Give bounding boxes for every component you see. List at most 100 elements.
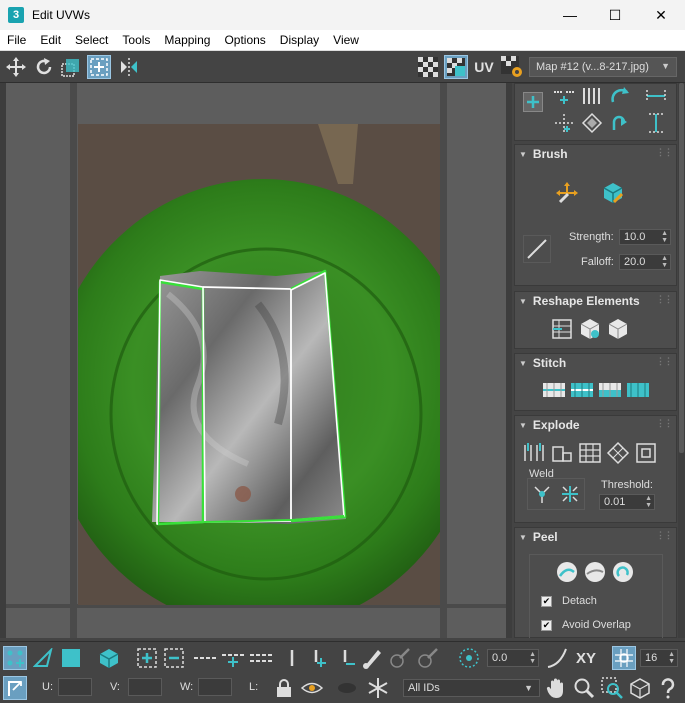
rotation-angle-field[interactable]: 0.0 ▲ ▼: [487, 649, 539, 667]
move-icon[interactable]: [4, 55, 28, 79]
visibility-eye-icon[interactable]: [300, 676, 324, 700]
menu-mapping[interactable]: Mapping: [157, 33, 217, 47]
spinner-arrows-icon[interactable]: ▲ ▼: [661, 255, 668, 269]
peel-reset-icon[interactable]: [610, 559, 636, 585]
reshape-header[interactable]: ▼ Reshape Elements ⋮⋮: [515, 292, 676, 310]
falloff-spinner[interactable]: 20.0 ▲ ▼: [619, 254, 671, 270]
stretch-icon[interactable]: [643, 84, 669, 108]
peel-header[interactable]: ▼ Peel ⋮⋮: [515, 528, 676, 546]
spinner-arrows-icon[interactable]: ▲ ▼: [668, 651, 675, 665]
split-grid-icon[interactable]: [577, 440, 603, 466]
pan-icon[interactable]: [544, 676, 568, 700]
scrollbar-thumb[interactable]: [679, 83, 684, 453]
spinner-arrows-icon[interactable]: ▲ ▼: [645, 495, 652, 509]
menu-options[interactable]: Options: [217, 33, 272, 47]
u-coordinate-field[interactable]: [58, 678, 92, 696]
detach-checkbox[interactable]: ✔: [541, 596, 552, 607]
snap-icon[interactable]: [551, 110, 577, 136]
spinner-arrows-icon[interactable]: ▲ ▼: [661, 230, 668, 244]
explode-header[interactable]: ▼ Explode ⋮⋮: [515, 416, 676, 434]
loop-add-icon[interactable]: [220, 646, 246, 670]
panel-scrollbar[interactable]: [678, 83, 685, 638]
falloff-curve-icon[interactable]: [545, 646, 569, 670]
menu-select[interactable]: Select: [68, 33, 115, 47]
ring-single-icon[interactable]: [280, 646, 304, 670]
rotate-icon[interactable]: [32, 55, 56, 79]
ids-dropdown[interactable]: All IDs ▼: [403, 679, 540, 697]
w-coordinate-field[interactable]: [198, 678, 232, 696]
grid-snap-icon[interactable]: [612, 646, 636, 670]
detach-edge-icon[interactable]: [549, 440, 575, 466]
absolute-offset-icon[interactable]: [3, 676, 27, 700]
grow-selection-icon[interactable]: [135, 646, 159, 670]
align-horizontal-icon[interactable]: [551, 84, 577, 108]
uv-toggle[interactable]: UV: [472, 55, 496, 79]
minimize-button[interactable]: —: [547, 0, 593, 30]
grow-loop-icon[interactable]: [192, 646, 218, 670]
relax-brush-icon[interactable]: [599, 179, 627, 207]
face-mode-icon[interactable]: [59, 646, 83, 670]
freeform-tool-icon[interactable]: [523, 92, 543, 112]
peel-mode-icon[interactable]: [582, 559, 608, 585]
uv-viewport[interactable]: [0, 83, 512, 638]
paint-select-icon[interactable]: [360, 646, 384, 670]
ring-add-icon[interactable]: [306, 646, 330, 670]
strength-spinner[interactable]: 10.0 ▲ ▼: [619, 229, 671, 245]
menu-file[interactable]: File: [0, 33, 33, 47]
hide-icon[interactable]: [335, 676, 359, 700]
paint-select-shrink-icon[interactable]: [416, 646, 440, 670]
paint-move-icon[interactable]: [553, 179, 581, 207]
brush-falloff-icon[interactable]: [523, 235, 551, 263]
align-stretch-icon[interactable]: [643, 110, 669, 136]
menu-view[interactable]: View: [326, 33, 366, 47]
zoom-extents-icon[interactable]: [628, 676, 652, 700]
scale-icon[interactable]: [59, 55, 83, 79]
rotate-90-cw-icon[interactable]: [607, 110, 633, 136]
map-settings-icon[interactable]: [500, 55, 524, 79]
rotate-90-icon[interactable]: [607, 84, 633, 108]
menu-tools[interactable]: Tools: [115, 33, 157, 47]
flatten-icon[interactable]: [633, 440, 659, 466]
straighten-icon[interactable]: [549, 316, 575, 342]
edge-mode-icon[interactable]: [31, 646, 55, 670]
stitch-to-source-icon[interactable]: [569, 378, 595, 402]
spinner-arrows-icon[interactable]: ▲ ▼: [529, 651, 536, 665]
polygon-explode-icon[interactable]: [605, 440, 631, 466]
lock-icon[interactable]: [272, 676, 296, 700]
mirror-icon[interactable]: [117, 55, 141, 79]
soft-selection-icon[interactable]: [457, 646, 481, 670]
freeze-icon[interactable]: [366, 676, 390, 700]
close-button[interactable]: ✕: [638, 0, 684, 30]
stitch-custom-icon[interactable]: [541, 378, 567, 402]
relax-icon[interactable]: [577, 316, 603, 342]
weld-all-icon[interactable]: [558, 482, 582, 506]
stitch-header[interactable]: ▼ Stitch ⋮⋮: [515, 354, 676, 372]
stitch-average-icon[interactable]: [597, 378, 623, 402]
distribute-icon[interactable]: [579, 110, 605, 136]
freeform-mode-icon[interactable]: [87, 55, 111, 79]
menu-edit[interactable]: Edit: [33, 33, 68, 47]
v-coordinate-field[interactable]: [128, 678, 162, 696]
ring-remove-icon[interactable]: [335, 646, 359, 670]
xy-axis-toggle[interactable]: XY: [573, 646, 599, 670]
help-icon[interactable]: [656, 676, 680, 700]
threshold-spinner[interactable]: 0.01 ▲ ▼: [599, 494, 655, 510]
brush-header[interactable]: ▼ Brush ⋮⋮: [515, 145, 676, 163]
map-dropdown[interactable]: Map #12 (v...8-217.jpg) ▼: [529, 57, 677, 77]
align-vertical-icon[interactable]: [579, 84, 605, 108]
menu-display[interactable]: Display: [273, 33, 326, 47]
zoom-icon[interactable]: [572, 676, 596, 700]
paint-select-grow-icon[interactable]: [388, 646, 412, 670]
break-icon[interactable]: [521, 440, 547, 466]
maximize-button[interactable]: ☐: [592, 0, 638, 30]
checker-pattern-icon[interactable]: [416, 55, 440, 79]
zoom-region-icon[interactable]: [600, 676, 624, 700]
stitch-to-target-icon[interactable]: [625, 378, 651, 402]
quick-peel-icon[interactable]: [554, 559, 580, 585]
vertex-mode-icon[interactable]: [3, 646, 27, 670]
quadrify-icon[interactable]: [605, 316, 631, 342]
element-mode-icon[interactable]: [97, 646, 121, 670]
grid-size-field[interactable]: 16 ▲ ▼: [640, 649, 678, 667]
ring-icon[interactable]: [248, 646, 274, 670]
show-map-icon[interactable]: [444, 55, 468, 79]
